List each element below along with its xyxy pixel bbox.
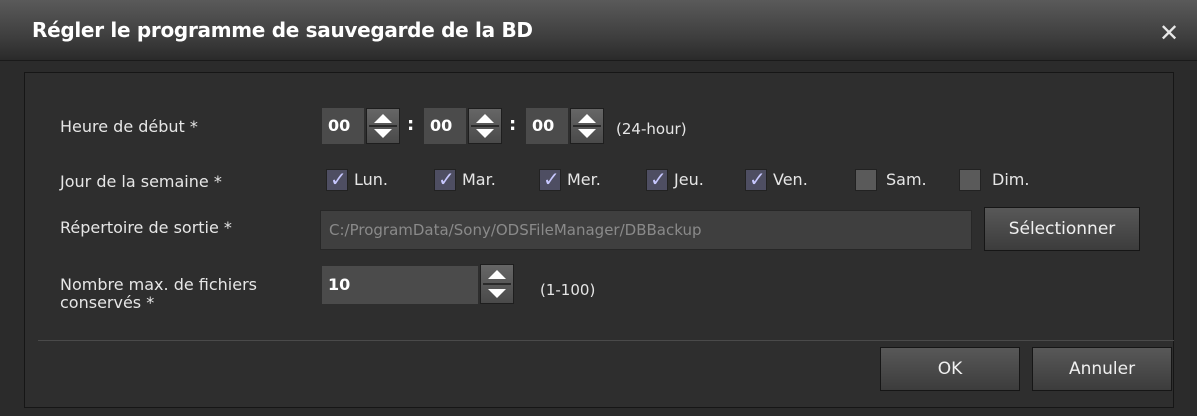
minute-spinner[interactable] bbox=[468, 108, 502, 144]
output-dir-label: Répertoire de sortie * bbox=[60, 218, 232, 237]
max-files-spinner[interactable] bbox=[480, 264, 514, 304]
checkbox-ven[interactable]: ✓ bbox=[745, 167, 767, 191]
arrow-up-icon bbox=[578, 114, 596, 123]
ok-button[interactable]: OK bbox=[880, 347, 1020, 391]
checkbox-mer[interactable]: ✓ bbox=[539, 167, 561, 191]
arrow-down-icon bbox=[488, 289, 506, 298]
checkbox-dim-label: Dim. bbox=[992, 170, 1030, 189]
second-field[interactable]: 00 bbox=[526, 108, 568, 144]
checkbox-jeu-label: Jeu. bbox=[674, 170, 704, 189]
checkbox-mer-label: Mer. bbox=[567, 170, 601, 189]
arrow-down-icon bbox=[578, 129, 596, 138]
check-icon: ✓ bbox=[330, 167, 347, 191]
check-icon: ✓ bbox=[543, 167, 560, 191]
second-spinner[interactable] bbox=[570, 108, 604, 144]
time-separator: : bbox=[509, 114, 517, 135]
footer-divider bbox=[38, 340, 1174, 341]
checkbox-sam[interactable] bbox=[855, 169, 877, 191]
time-format-hint: (24-hour) bbox=[616, 120, 687, 138]
cancel-button[interactable]: Annuler bbox=[1032, 347, 1172, 391]
checkbox-lun-label: Lun. bbox=[354, 170, 388, 189]
checkbox-dim[interactable] bbox=[959, 169, 981, 191]
arrow-down-icon bbox=[374, 129, 392, 138]
weekday-label: Jour de la semaine * bbox=[60, 172, 222, 191]
checkbox-ven-label: Ven. bbox=[773, 170, 808, 189]
check-icon: ✓ bbox=[650, 167, 667, 191]
hour-field[interactable]: 00 bbox=[322, 108, 364, 144]
arrow-up-icon bbox=[488, 270, 506, 279]
checkbox-mar-label: Mar. bbox=[462, 170, 496, 189]
arrow-up-icon bbox=[374, 114, 392, 123]
checkbox-lun[interactable]: ✓ bbox=[326, 167, 348, 191]
max-files-range-hint: (1-100) bbox=[540, 281, 596, 299]
max-files-label-line2: conservés * bbox=[60, 293, 155, 312]
minute-field[interactable]: 00 bbox=[424, 108, 466, 144]
checkbox-mar[interactable]: ✓ bbox=[434, 167, 456, 191]
check-icon: ✓ bbox=[749, 167, 766, 191]
time-separator: : bbox=[407, 114, 415, 135]
checkbox-jeu[interactable]: ✓ bbox=[646, 167, 668, 191]
select-dir-button[interactable]: Sélectionner bbox=[984, 207, 1140, 251]
output-dir-field: C:/ProgramData/Sony/ODSFileManager/DBBac… bbox=[320, 210, 972, 250]
arrow-up-icon bbox=[476, 114, 494, 123]
dialog-titlebar: Régler le programme de sauvegarde de la … bbox=[0, 0, 1197, 61]
start-time-label: Heure de début * bbox=[60, 117, 198, 136]
dialog-title: Régler le programme de sauvegarde de la … bbox=[32, 18, 533, 42]
arrow-down-icon bbox=[476, 129, 494, 138]
close-icon[interactable]: ✕ bbox=[1156, 20, 1182, 46]
hour-spinner[interactable] bbox=[366, 108, 400, 144]
max-files-label-line1: Nombre max. de fichiers bbox=[60, 275, 257, 294]
check-icon: ✓ bbox=[438, 167, 455, 191]
max-files-field[interactable]: 10 bbox=[322, 266, 478, 304]
checkbox-sam-label: Sam. bbox=[886, 170, 927, 189]
backup-schedule-dialog: Régler le programme de sauvegarde de la … bbox=[0, 0, 1197, 416]
